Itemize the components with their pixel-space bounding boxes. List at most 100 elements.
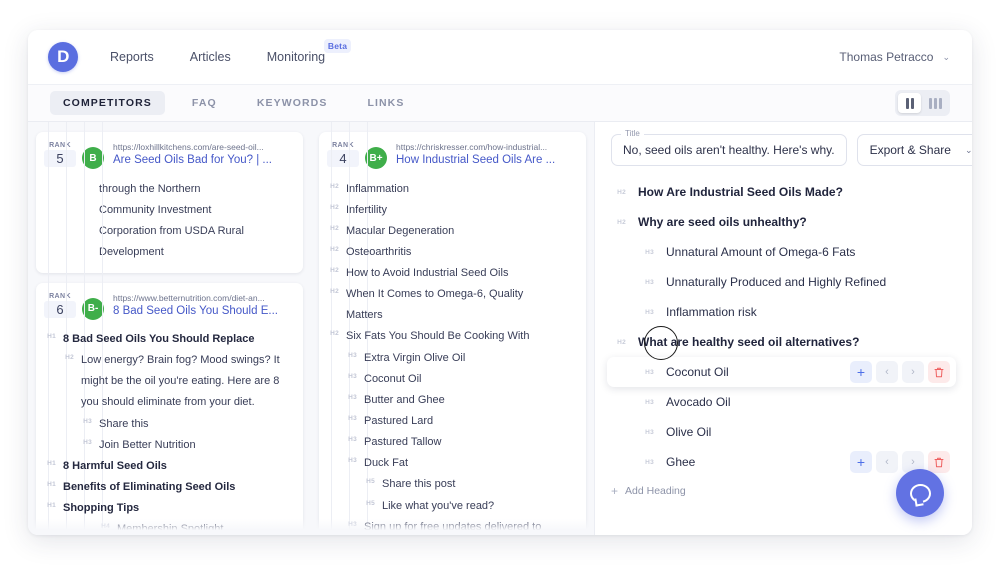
competitor-outline: H2 Inflammation H2 Infertility H2 Macular D… — [319, 122, 586, 535]
competitor-card-header: RANK 5 B https://loxhillkitchens.com/are… — [36, 132, 303, 178]
competitor-column-left[interactable]: RANK 5 B https://loxhillkitchens.com/are… — [28, 122, 311, 535]
app-logo-icon[interactable]: D — [48, 42, 78, 72]
outline-text: Like what you've read? — [382, 499, 495, 512]
nav-item-articles-label: Articles — [189, 50, 231, 64]
beta-badge: Beta — [323, 39, 352, 53]
heading-level-badge: H3 — [83, 417, 92, 425]
competitor-title[interactable]: Are Seed Oils Bad for You? | ... — [113, 154, 293, 166]
tab-faq[interactable]: FAQ — [179, 91, 230, 115]
heading-level-badge: H3 — [645, 248, 654, 256]
outline-text: Six Fats You Should Be Cooking With — [346, 330, 530, 343]
user-name: Thomas Petracco — [839, 50, 934, 64]
nav-item-reports[interactable]: Reports — [110, 50, 154, 64]
competitor-url[interactable]: https://chriskresser.com/how-industrial.… — [396, 142, 576, 153]
competitor-link-block: https://www.betternutrition.com/diet-an.… — [113, 293, 293, 317]
outline-heading-text: Ghee — [666, 455, 696, 469]
outline-text: Extra Virgin Olive Oil — [364, 351, 466, 364]
outline-heading-text: Inflammation risk — [666, 305, 757, 319]
outline-text: Pastured Lard — [364, 415, 434, 428]
heading-level-badge: H2 — [330, 203, 339, 211]
outline-heading-text: How Are Industrial Seed Oils Made? — [638, 185, 843, 199]
outline-heading-text: Coconut Oil — [666, 365, 729, 379]
rank-box: RANK 6 — [44, 293, 76, 318]
competitor-card: RANK 5 B https://loxhillkitchens.com/are… — [36, 122, 303, 535]
outline-text: Share this — [99, 417, 149, 430]
export-and-share-button[interactable]: Export & Share ⌄ — [856, 134, 972, 166]
outline-row: H2 Inflammation — [325, 178, 578, 199]
outline-row: H2 Osteoarthritis — [325, 241, 578, 262]
tab-competitors[interactable]: COMPETITORS — [50, 91, 165, 115]
outline-row: H2 How to Avoid Industrial Seed Oils — [325, 263, 578, 284]
outline-row: Development — [78, 241, 295, 262]
user-menu[interactable]: Thomas Petracco ⌄ — [839, 50, 950, 64]
competitor-url[interactable]: https://loxhillkitchens.com/are-seed-oil… — [113, 142, 293, 153]
outline-heading-row[interactable]: H3 Inflammation risk — [607, 297, 956, 327]
competitor-column-middle[interactable]: RANK 4 B+ https://chriskresser.com/how-i… — [311, 122, 594, 535]
heading-level-badge: H1 — [47, 333, 56, 341]
nav-item-monitoring[interactable]: Monitoring Beta — [266, 39, 352, 64]
outline-heading-row[interactable]: H3 Avocado Oil — [607, 387, 956, 417]
heading-level-badge: H2 — [65, 354, 74, 362]
heading-level-badge — [78, 201, 92, 204]
help-chat-button[interactable] — [896, 469, 944, 517]
competitor-url[interactable]: https://www.betternutrition.com/diet-an.… — [113, 293, 293, 304]
competitor-title[interactable]: 8 Bad Seed Oils You Should E... — [113, 305, 293, 317]
competitor-outline: through the Northern Community Investmen… — [36, 122, 303, 535]
rank-label: RANK — [49, 142, 71, 149]
outdent-icon[interactable]: ‹ — [876, 361, 898, 383]
outdent-icon[interactable]: ‹ — [876, 451, 898, 473]
add-heading-icon[interactable]: + — [850, 451, 872, 473]
outline-row: might be the oil you're eating. Here are… — [60, 371, 295, 392]
competitor-title[interactable]: How Industrial Seed Oils Are ... — [396, 154, 576, 166]
rank-value: 5 — [44, 150, 76, 167]
outline-text: Benefits of Eliminating Seed Oils — [63, 481, 236, 494]
heading-level-badge: H3 — [348, 520, 357, 528]
outline-heading-row[interactable]: H2 Why are seed oils unhealthy? — [607, 207, 956, 237]
heading-level-badge: H3 — [348, 393, 357, 401]
outline-row: H3 Join Better Nutrition — [78, 434, 295, 455]
outline-heading-row[interactable]: H2 What are healthy seed oil alternative… — [607, 327, 956, 357]
outline-heading-row[interactable]: H3 Unnaturally Produced and Highly Refin… — [607, 267, 956, 297]
outline-row: H3 Extra Virgin Olive Oil — [343, 347, 578, 368]
outline-row: Corporation from USDA Rural — [78, 220, 295, 241]
tab-keywords[interactable]: KEYWORDS — [244, 91, 341, 115]
outline-text: Duck Fat — [364, 457, 409, 470]
outline-heading-row[interactable]: H3 Ghee + ‹ › — [607, 447, 956, 477]
heading-level-badge: H3 — [645, 398, 654, 406]
outline-heading-row[interactable]: H3 Unnatural Amount of Omega-6 Fats — [607, 237, 956, 267]
nav-item-monitoring-label: Monitoring — [266, 50, 326, 64]
outline-text: How to Avoid Industrial Seed Oils — [346, 267, 509, 280]
outline-text: Butter and Ghee — [364, 393, 445, 406]
outline-heading-text: Unnaturally Produced and Highly Refined — [666, 275, 887, 289]
outline-text: Osteoarthritis — [346, 245, 412, 258]
nav-item-reports-label: Reports — [110, 50, 154, 64]
heading-level-badge: H3 — [83, 438, 92, 446]
outline-heading-row[interactable]: H3 Olive Oil — [607, 417, 956, 447]
heading-level-badge: H2 — [330, 288, 339, 296]
heading-level-badge: H2 — [330, 224, 339, 232]
add-heading-icon[interactable]: + — [850, 361, 872, 383]
outline-heading-row-selected[interactable]: H3 Coconut Oil + ‹ › — [607, 357, 956, 387]
delete-icon[interactable] — [928, 451, 950, 473]
outline-text: Community Investment — [99, 203, 212, 216]
indent-icon[interactable]: › — [902, 361, 924, 383]
nav-item-articles[interactable]: Articles — [190, 50, 231, 64]
outline-row: H3 Pastured Tallow — [343, 432, 578, 453]
rank-box: RANK 5 — [44, 142, 76, 167]
three-column-view-icon[interactable] — [924, 93, 947, 113]
view-toggle-group — [895, 90, 950, 116]
delete-icon[interactable] — [928, 361, 950, 383]
outline-heading-row[interactable]: H2 How Are Industrial Seed Oils Made? — [607, 177, 956, 207]
outline-text: Coconut Oil — [364, 372, 422, 385]
rank-label: RANK — [332, 142, 354, 149]
add-heading-label: Add Heading — [625, 485, 686, 497]
outline-text: Sign up for free updates delivered to — [364, 520, 542, 533]
competitor-outline: H1 8 Bad Seed Oils You Should Replace H2… — [36, 122, 303, 535]
outline-text: Low energy? Brain fog? Mood swings? It — [81, 354, 280, 367]
tab-links[interactable]: LINKS — [354, 91, 417, 115]
outline-row: H3 Share this — [78, 413, 295, 434]
article-title-field[interactable]: Title No, seed oils aren't healthy. Here… — [611, 129, 847, 166]
two-column-view-icon[interactable] — [898, 93, 921, 113]
heading-level-badge: H3 — [645, 278, 654, 286]
plus-icon: + — [611, 484, 619, 498]
